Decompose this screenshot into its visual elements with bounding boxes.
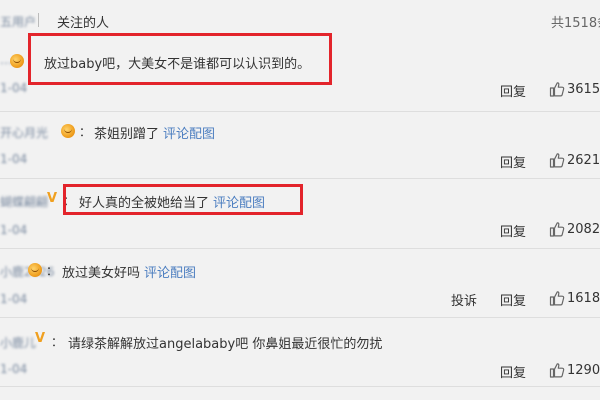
v-badge-icon: V <box>47 191 58 206</box>
comment-image-link[interactable]: 评论配图 <box>144 266 196 281</box>
comment-total: 共1518条 <box>551 16 600 31</box>
thumbs-up-icon <box>549 363 565 378</box>
comment-time: 1-04 <box>0 81 28 95</box>
comment-image-link[interactable]: 评论配图 <box>163 127 215 142</box>
comment-text: 放过美女好吗 评论配图 <box>62 262 196 281</box>
comment-username[interactable]: 蝴蝶翩翩 <box>0 193 48 210</box>
thumbs-up-icon <box>549 222 565 237</box>
reply-button[interactable]: 回复 <box>500 81 526 100</box>
thumbs-up-icon <box>549 291 565 306</box>
header-divider <box>38 13 39 27</box>
like-count: 2082 <box>567 222 600 237</box>
comment-item: 开心月光 ： 茶姐别蹭了 评论配图 1-04 回复 2621 <box>0 112 600 178</box>
smile-badge-icon <box>10 54 24 68</box>
smile-badge-icon <box>61 124 75 138</box>
user-stub[interactable]: 五用户 <box>0 13 36 30</box>
highlight-box <box>28 33 332 85</box>
smile-badge-icon <box>28 263 42 277</box>
reply-button[interactable]: 回复 <box>500 221 526 240</box>
comment-item: 小鹿2026 ： 放过美女好吗 评论配图 1-04 投诉 回复 1618 <box>0 249 600 317</box>
thumbs-up-icon <box>549 153 565 168</box>
row-divider <box>0 386 600 387</box>
comment-item: 小鹿儿 V ： 请绿茶解解放过angelababy吧 你鼻姐最近很忙的勿扰 1-… <box>0 318 600 400</box>
colon: ： <box>79 125 92 139</box>
comment-text: 茶姐别蹭了 评论配图 <box>94 123 215 142</box>
like-count: 2621 <box>567 153 600 168</box>
like-count: 1290 <box>567 363 600 378</box>
reply-button[interactable]: 回复 <box>500 290 526 309</box>
comment-username[interactable]: 小鹿儿 <box>0 334 36 351</box>
like-count: 3615 <box>567 82 600 97</box>
comment-time: 1-04 <box>0 362 28 376</box>
colon: ： <box>46 264 59 278</box>
filter-following-tab[interactable]: 关注的人 <box>57 12 109 31</box>
comment-time: 1-04 <box>0 223 28 237</box>
comment-text: 请绿茶解解放过angelababy吧 你鼻姐最近很忙的勿扰 <box>68 337 383 352</box>
report-button[interactable]: 投诉 <box>451 290 477 309</box>
reply-button[interactable]: 回复 <box>500 362 526 381</box>
comment-body: 茶姐别蹭了 <box>94 127 160 142</box>
comment-username[interactable]: 开心月光 <box>0 124 48 141</box>
colon: ： <box>51 335 64 349</box>
comment-time: 1-04 <box>0 152 28 166</box>
like-count: 1618 <box>567 291 600 306</box>
highlight-box <box>63 184 303 215</box>
thumbs-up-icon <box>549 82 565 97</box>
comment-time: 1-04 <box>0 292 28 306</box>
comment-panel: 五用户 关注的人 共1518条 … 放过baby吧，大美女不是谁都可以认识到的。… <box>0 0 600 400</box>
v-badge-icon: V <box>35 331 46 346</box>
reply-button[interactable]: 回复 <box>500 152 526 171</box>
comment-body: 放过美女好吗 <box>62 266 141 281</box>
